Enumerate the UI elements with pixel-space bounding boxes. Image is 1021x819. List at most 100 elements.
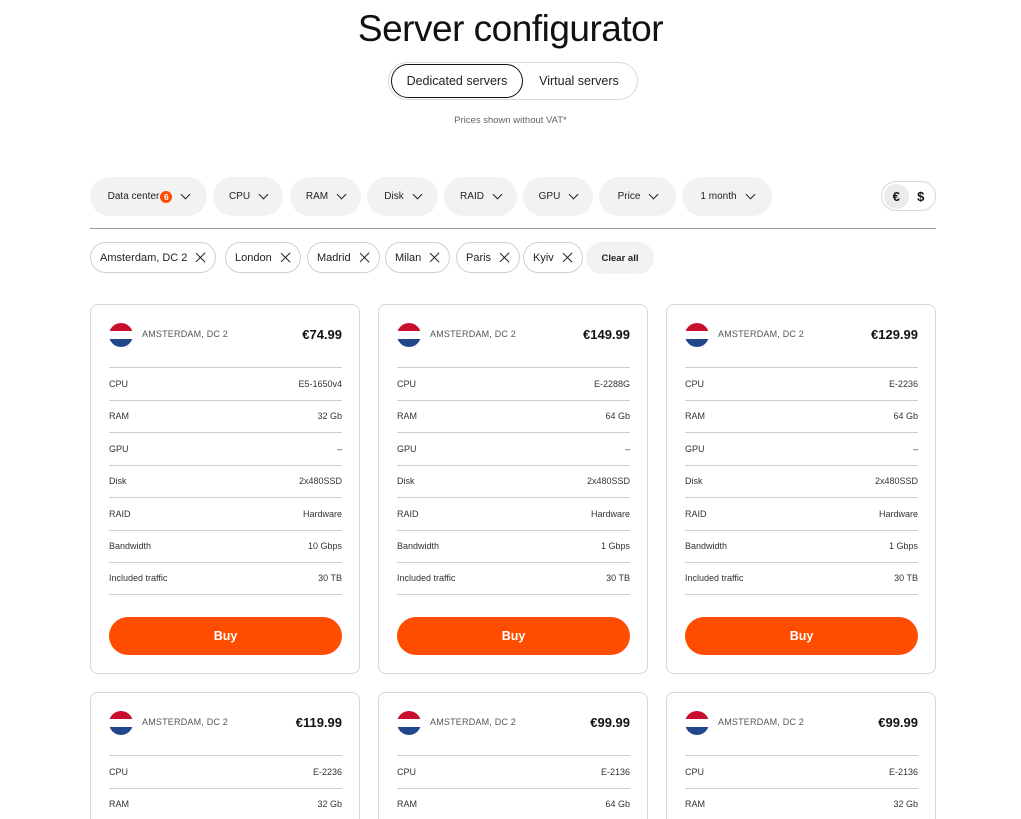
spec-label: Disk (685, 476, 703, 487)
filter-chip[interactable]: Milan (385, 242, 451, 273)
spec-row-cpu: CPU E-2136 (397, 755, 630, 788)
spec-label: CPU (397, 766, 417, 777)
spec-row-ram: RAM 32 Gb (109, 399, 342, 433)
netherlands-flag-icon (109, 711, 133, 735)
netherlands-flag-icon (685, 711, 709, 735)
card-price: €149.99 (583, 327, 630, 342)
filter-price[interactable]: Price (599, 177, 676, 216)
filter-chip[interactable]: Kyiv (523, 242, 583, 273)
filter-cpu[interactable]: CPU (213, 177, 283, 216)
spec-row-bandwidth: Bandwidth 10 Gbps (109, 529, 342, 563)
spec-value: Hardware (878, 508, 918, 519)
chevron-down-icon (336, 189, 347, 200)
spec-row-raid: RAID Hardware (397, 497, 630, 530)
card-price: €99.99 (878, 715, 918, 730)
filter-chip[interactable]: Paris (456, 242, 521, 273)
spec-label: RAID (397, 508, 419, 519)
spec-value: Hardware (302, 508, 342, 519)
spec-value: 64 Gb (605, 798, 630, 809)
currency-dollar-button[interactable]: $ (909, 184, 934, 209)
filter-chip[interactable]: London (225, 242, 301, 273)
buy-button[interactable]: Buy (397, 617, 630, 655)
spec-list: CPU E-2236 RAM 32 Gb (109, 755, 342, 819)
filter-chip[interactable]: Madrid (307, 242, 380, 273)
spec-row-cpu: CPU E-2136 (685, 755, 918, 788)
filter-data-center[interactable]: Data center 6 (90, 177, 207, 216)
tab-dedicated-servers[interactable]: Dedicated servers (391, 64, 523, 98)
spec-value: 1 Gbps (888, 541, 918, 552)
server-card: AMSTERDAM, DC 2 €129.99 CPU E-2236 RAM 64 … (666, 304, 936, 674)
card-price: €119.99 (295, 715, 342, 730)
spec-value: E5-1650v4 (298, 378, 342, 389)
filter-raid[interactable]: RAID (444, 177, 517, 216)
spec-label: RAM (397, 798, 417, 809)
spec-row-ram: RAM 32 Gb (685, 787, 918, 819)
spec-value: 30 TB (894, 573, 918, 584)
filter-divider (90, 228, 936, 229)
filter-label: CPU (228, 191, 251, 202)
card-location: AMSTERDAM, DC 2 (718, 329, 805, 339)
chevron-down-icon (412, 189, 423, 200)
card-price: €74.99 (302, 327, 342, 342)
filter-gpu[interactable]: GPU (523, 177, 593, 216)
spec-label: CPU (397, 378, 417, 389)
filter-disk[interactable]: Disk (367, 177, 438, 216)
filter-period[interactable]: 1 month (682, 177, 772, 216)
tab-virtual-servers[interactable]: Virtual servers (523, 64, 635, 98)
spec-value: 64 Gb (605, 411, 630, 422)
filter-count-badge: 6 (160, 190, 173, 203)
server-card: AMSTERDAM, DC 2 €119.99 CPU E-2236 RAM 32 … (90, 692, 360, 819)
spec-list: CPU E-2288G RAM 64 Gb GPU – Disk 2x480SSD RA… (397, 367, 630, 595)
close-icon[interactable] (195, 252, 206, 263)
spec-value: Hardware (590, 508, 630, 519)
card-location: AMSTERDAM, DC 2 (430, 717, 517, 727)
close-icon[interactable] (499, 252, 510, 263)
spec-list: CPU E-2136 RAM 64 Gb (397, 755, 630, 819)
chevron-down-icon (648, 189, 659, 200)
chevron-down-icon (568, 189, 579, 200)
spec-row-traffic: Included traffic 30 TB (109, 562, 342, 595)
close-icon[interactable] (280, 252, 291, 263)
spec-row-bandwidth: Bandwidth 1 Gbps (397, 529, 630, 563)
spec-value: 64 Gb (893, 411, 918, 422)
spec-label: Included traffic (685, 573, 744, 584)
spec-value: 32 Gb (893, 798, 918, 809)
spec-label: Disk (397, 476, 415, 487)
buy-button[interactable]: Buy (685, 617, 918, 655)
close-icon[interactable] (429, 252, 440, 263)
spec-row-gpu: GPU – (685, 432, 918, 465)
close-icon[interactable] (562, 252, 573, 263)
chip-label: Kyiv (533, 251, 554, 264)
spec-row-cpu: CPU E-2288G (397, 367, 630, 400)
filter-ram[interactable]: RAM (290, 177, 361, 216)
spec-label: Included traffic (397, 573, 456, 584)
filter-chip[interactable]: Amsterdam, DC 2 (90, 242, 217, 273)
card-header: AMSTERDAM, DC 2 €99.99 (685, 711, 918, 737)
spec-label: CPU (109, 766, 129, 777)
vat-note: Prices shown without VAT* (454, 115, 567, 126)
buy-button[interactable]: Buy (109, 617, 342, 655)
page-title: Server configurator (357, 8, 664, 49)
spec-row-raid: RAID Hardware (685, 497, 918, 530)
spec-label: CPU (109, 378, 129, 389)
currency-euro-button[interactable]: € (884, 183, 909, 209)
spec-value: E-2236 (312, 766, 342, 777)
server-card: AMSTERDAM, DC 2 €99.99 CPU E-2136 RAM 32 G… (666, 692, 936, 819)
spec-value: 30 TB (318, 573, 342, 584)
clear-all-button[interactable]: Clear all (586, 242, 654, 274)
spec-label: RAID (109, 508, 131, 519)
close-icon[interactable] (359, 252, 370, 263)
chip-label: Madrid (317, 251, 351, 264)
filter-label: Price (617, 191, 641, 202)
spec-value: 32 Gb (317, 411, 342, 422)
spec-value: 2x480SSD (298, 476, 342, 487)
spec-value: – (912, 443, 918, 454)
spec-row-gpu: GPU – (109, 432, 342, 465)
spec-value: E-2136 (600, 766, 630, 777)
spec-row-raid: RAID Hardware (109, 497, 342, 530)
spec-row-disk: Disk 2x480SSD (685, 464, 918, 498)
chevron-down-icon (745, 189, 756, 200)
spec-value: 2x480SSD (874, 476, 918, 487)
chevron-down-icon (492, 189, 503, 200)
spec-value: 30 TB (606, 573, 630, 584)
